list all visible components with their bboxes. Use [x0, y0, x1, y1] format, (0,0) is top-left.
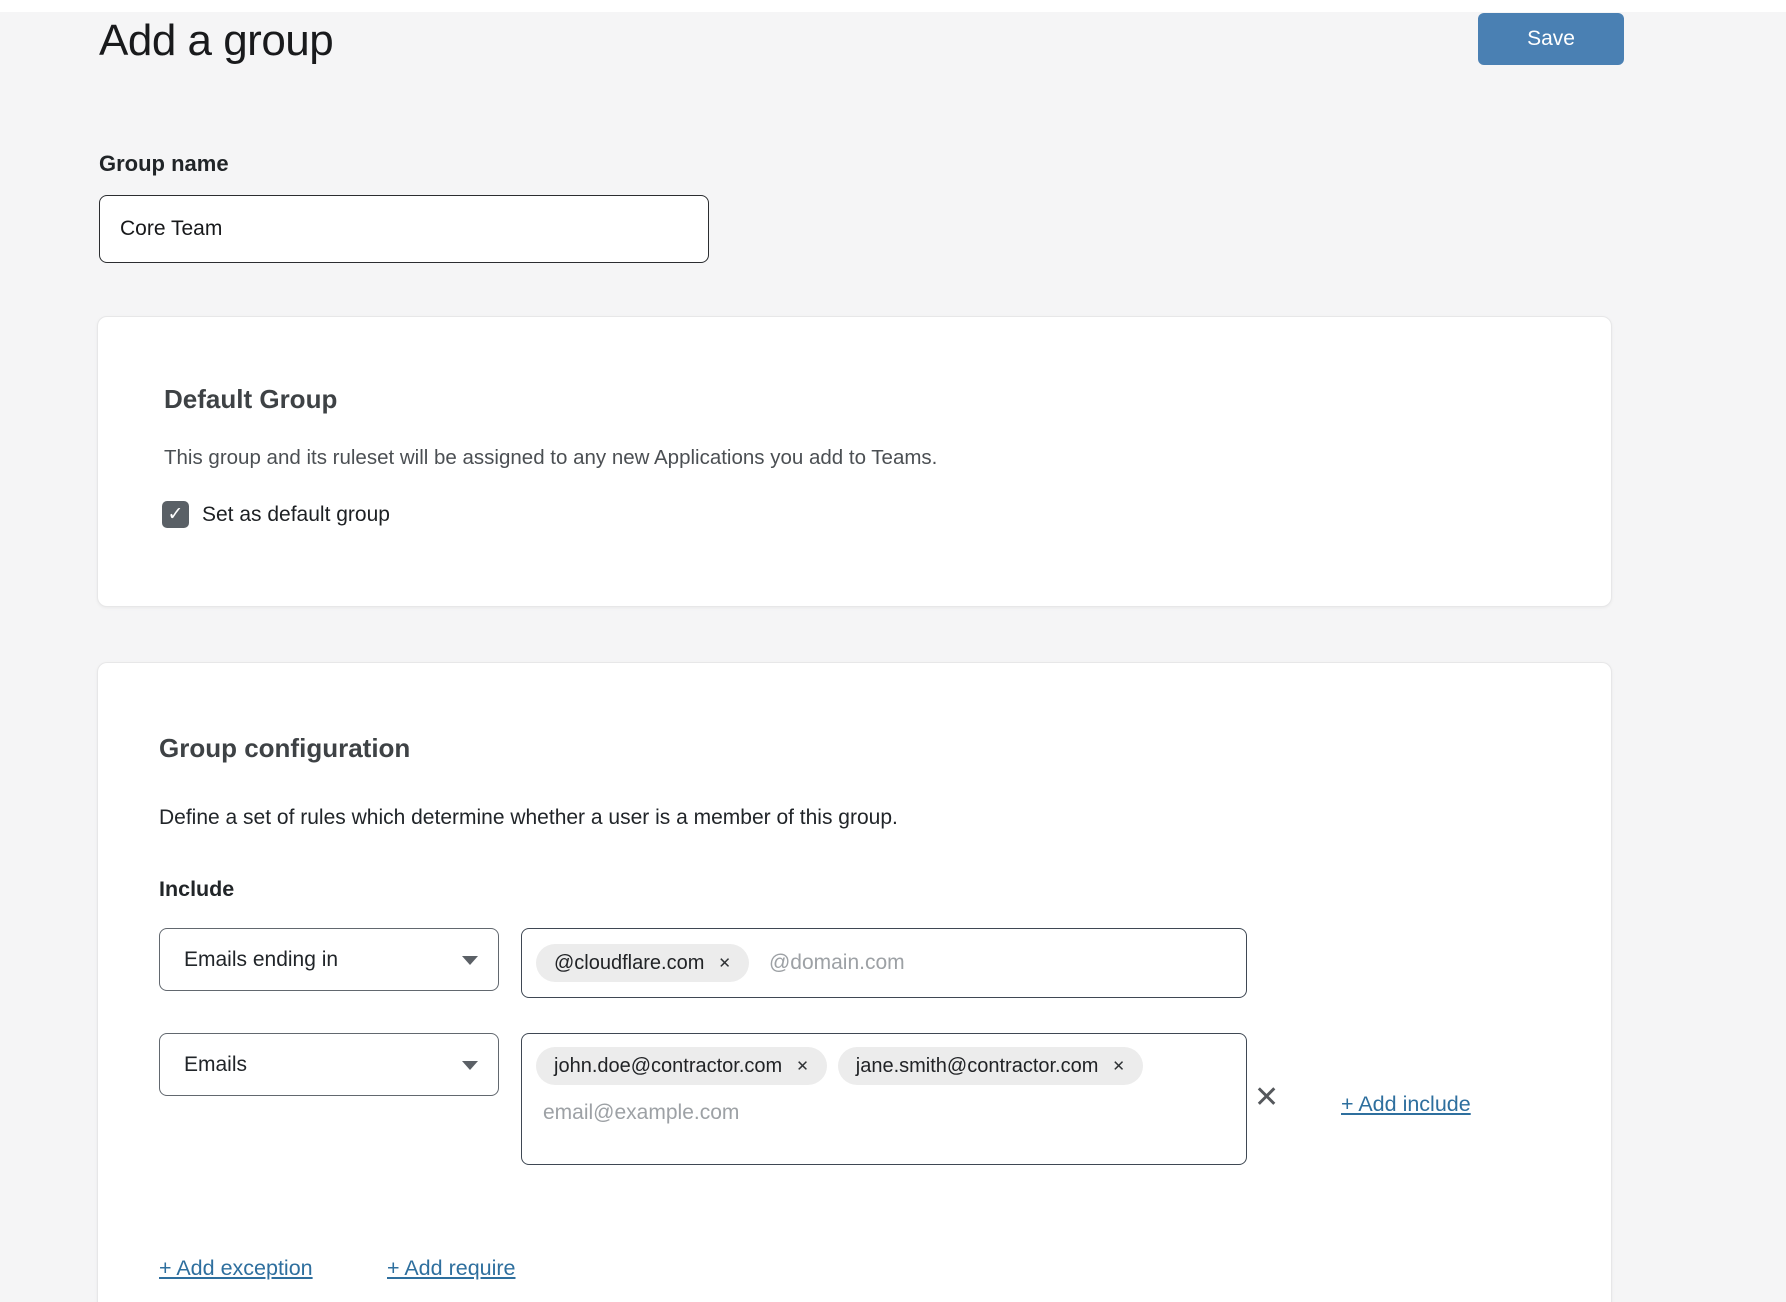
page-title: Add a group	[99, 16, 333, 66]
default-group-checkbox-row: ✓ Set as default group	[162, 501, 390, 528]
set-default-checkbox[interactable]: ✓	[162, 501, 189, 528]
add-include-link[interactable]: + Add include	[1341, 1092, 1471, 1117]
group-name-label: Group name	[99, 151, 229, 177]
rule-type-select-2[interactable]: Emails	[159, 1033, 499, 1096]
tag-pill-list: @cloudflare.com ✕	[536, 944, 749, 982]
tag-remove-icon[interactable]: ✕	[796, 1059, 809, 1074]
tag-pill-label: john.doe@contractor.com	[554, 1055, 782, 1078]
default-group-card: Default Group This group and its ruleset…	[97, 316, 1612, 607]
check-icon: ✓	[168, 505, 184, 524]
tag-pill-list: john.doe@contractor.com✕jane.smith@contr…	[536, 1047, 1232, 1085]
set-default-checkbox-label: Set as default group	[202, 503, 390, 527]
top-strip	[0, 0, 1786, 12]
chevron-down-icon	[462, 956, 478, 965]
rule-type-select-1[interactable]: Emails ending in	[159, 928, 499, 991]
tag-pill: john.doe@contractor.com ✕	[536, 1047, 827, 1085]
tag-pill-label: @cloudflare.com	[554, 952, 704, 975]
tag-pill: @cloudflare.com ✕	[536, 944, 749, 982]
group-name-input[interactable]	[99, 195, 709, 263]
include-rule-row: Emails ending in @cloudflare.com ✕	[159, 928, 1247, 998]
rule-type-select-1-value: Emails ending in	[184, 948, 338, 972]
tag-remove-icon[interactable]: ✕	[1112, 1059, 1125, 1074]
email-input[interactable]	[536, 1101, 1232, 1125]
rule-value-tagbox-2[interactable]: john.doe@contractor.com✕jane.smith@contr…	[521, 1033, 1247, 1165]
tag-pill-label: jane.smith@contractor.com	[856, 1055, 1099, 1078]
remove-rule-icon[interactable]: ✕	[1254, 1083, 1279, 1113]
group-configuration-card: Group configuration Define a set of rule…	[97, 662, 1612, 1302]
chevron-down-icon	[462, 1061, 478, 1070]
default-group-title: Default Group	[164, 385, 337, 415]
tag-remove-icon[interactable]: ✕	[718, 956, 731, 971]
default-group-description: This group and its ruleset will be assig…	[164, 445, 937, 472]
group-configuration-title: Group configuration	[159, 734, 410, 764]
tag-pill: jane.smith@contractor.com ✕	[838, 1047, 1143, 1085]
add-exception-link[interactable]: + Add exception	[159, 1256, 313, 1281]
save-button[interactable]: Save	[1478, 13, 1624, 65]
domain-input[interactable]	[769, 951, 1232, 975]
include-rule-row: Emails john.doe@contractor.com✕jane.smit…	[159, 1033, 1247, 1165]
include-label: Include	[159, 877, 234, 902]
add-require-link[interactable]: + Add require	[387, 1256, 516, 1281]
group-configuration-description: Define a set of rules which determine wh…	[159, 804, 898, 831]
rule-value-tagbox-1[interactable]: @cloudflare.com ✕	[521, 928, 1247, 998]
rule-type-select-2-value: Emails	[184, 1053, 247, 1077]
